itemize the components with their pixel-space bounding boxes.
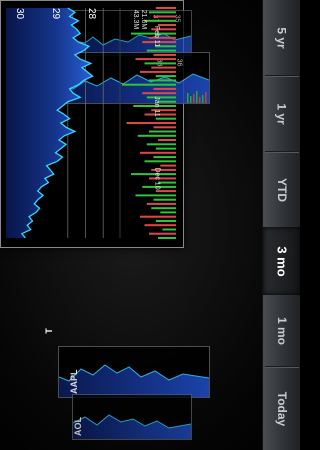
y-axis-tick: 29 <box>50 7 62 20</box>
range-option-label: YTD <box>275 177 289 202</box>
volume-bar <box>155 190 177 193</box>
volume-bar <box>151 66 177 69</box>
volume-bar <box>153 156 176 159</box>
range-option-1yr[interactable]: 1 yr <box>263 76 300 151</box>
volume-bar <box>149 11 176 14</box>
volume-bar <box>140 151 176 154</box>
volume-bar <box>158 100 176 103</box>
volume-bar <box>158 181 176 184</box>
volume-bar <box>158 139 176 141</box>
volume-bar <box>144 62 176 65</box>
volume-bar <box>153 126 176 129</box>
mini-area-chart <box>59 364 209 397</box>
ticker-label: AOL <box>73 417 83 436</box>
volume-mid-label: 21.6M <box>140 9 148 30</box>
volume-bar <box>144 113 176 116</box>
volume-bar <box>149 79 176 82</box>
volume-bar <box>155 7 177 9</box>
volume-bar <box>153 53 176 56</box>
volume-bar <box>155 75 177 78</box>
volume-bar <box>135 58 176 61</box>
stocks-landscape-screen: 37 35 38 36 AAPL AOL <box>0 0 300 450</box>
range-option-3mo[interactable]: 3 mo <box>263 227 300 295</box>
volume-bar <box>153 198 176 201</box>
volume-bar <box>160 211 177 214</box>
y-axis-tick: 28 <box>86 7 98 20</box>
main-stock-chart[interactable]: 30 29 28 43.3M 21.6M Feb 11 Jan 11 Dec 1… <box>0 0 184 248</box>
volume-bar <box>142 92 177 95</box>
volume-bar <box>160 164 177 167</box>
volume-bar <box>149 130 176 133</box>
volume-bar <box>155 147 177 150</box>
range-selector: 5 yr 1 yr YTD 3 mo 1 mo Today <box>262 0 300 450</box>
range-option-label: 1 yr <box>274 102 289 125</box>
chart-card-aapl[interactable]: AAPL <box>58 346 210 398</box>
range-option-label: 1 mo <box>274 316 289 346</box>
volume-bar <box>146 143 176 146</box>
volume-bar <box>135 194 176 197</box>
volume-bar <box>158 237 176 239</box>
volume-bar <box>162 228 176 231</box>
range-option-label: 3 mo <box>274 245 290 277</box>
date-label: Dec 10 <box>153 167 161 190</box>
range-option-ytd[interactable]: YTD <box>263 152 300 227</box>
volume-bar <box>149 232 176 235</box>
volume-bar <box>151 207 177 210</box>
volume-bar <box>126 122 176 124</box>
volume-bar <box>144 224 176 227</box>
volume-max-label: 43.3M <box>132 9 140 30</box>
volume-bar <box>137 134 177 137</box>
range-option-label: 5 yr <box>274 26 289 49</box>
ticker-label: AAPL <box>69 369 79 395</box>
volume-bar <box>140 215 176 218</box>
y-axis-tick: 30 <box>14 7 26 20</box>
range-option-1mo[interactable]: 1 mo <box>263 296 300 366</box>
chart-symbol: T <box>43 328 54 334</box>
range-option-today[interactable]: Today <box>263 367 300 450</box>
volume-bar <box>144 19 176 22</box>
volume-bar <box>158 24 176 26</box>
mini-area-chart <box>73 414 191 439</box>
range-option-label: Today <box>274 391 289 426</box>
range-option-5yr[interactable]: 5 yr <box>263 0 300 75</box>
volume-bar <box>155 117 177 120</box>
volume-bar <box>146 202 176 205</box>
volume-bar <box>144 160 176 163</box>
volume-bar <box>155 220 177 222</box>
volume-bar <box>146 96 176 99</box>
date-label: Jan 11 <box>152 96 160 117</box>
date-label: Feb 11 <box>153 25 161 48</box>
volume-bar <box>146 49 176 52</box>
volume-bar <box>140 70 176 73</box>
volume-bar <box>153 87 176 90</box>
chart-card-aol[interactable]: AOL <box>72 394 192 440</box>
volume-bar <box>153 15 176 18</box>
volume-bar <box>122 83 176 86</box>
